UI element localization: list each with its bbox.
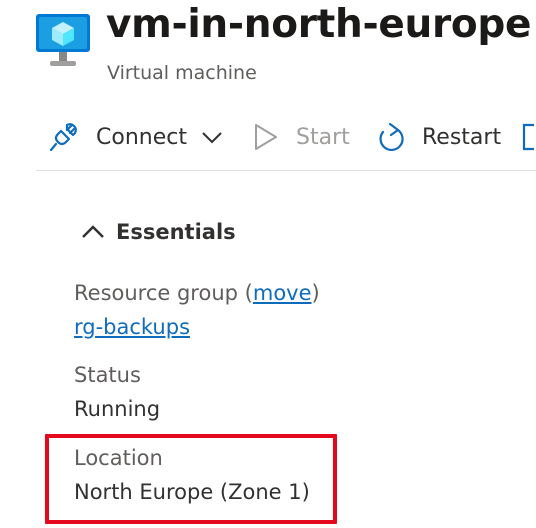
chevron-down-icon[interactable] — [199, 124, 225, 150]
paren-close: ) — [311, 281, 320, 305]
stop-button[interactable] — [522, 112, 536, 162]
stop-icon — [522, 123, 534, 151]
play-icon — [255, 124, 277, 150]
resource-group-label: Resource group (move) — [74, 281, 320, 305]
move-link[interactable]: move — [253, 281, 312, 305]
page-subtitle: Virtual machine — [107, 62, 257, 84]
resource-group-label-text: Resource group — [74, 281, 238, 305]
plug-icon — [49, 123, 77, 152]
essentials-toggle[interactable]: Essentials — [80, 220, 236, 244]
command-bar: Connect Start Restart — [0, 112, 536, 164]
vm-overview-page: vm-in-north-europe Virtual machine Conne… — [0, 0, 536, 528]
connect-label: Connect — [96, 124, 187, 150]
resource-group-link[interactable]: rg-backups — [74, 315, 190, 339]
toolbar-divider — [36, 170, 536, 171]
connect-button[interactable]: Connect — [48, 112, 225, 162]
chevron-up-icon — [82, 225, 104, 238]
restart-label: Restart — [422, 124, 502, 150]
start-button[interactable]: Start — [250, 112, 350, 162]
virtual-machine-icon — [36, 14, 90, 66]
status-label: Status — [74, 363, 141, 387]
essentials-label: Essentials — [116, 220, 236, 244]
page-title: vm-in-north-europe — [106, 2, 532, 47]
location-value: North Europe (Zone 1) — [74, 480, 310, 504]
location-label: Location — [74, 446, 163, 470]
restart-button[interactable]: Restart — [376, 112, 501, 162]
paren-open: ( — [237, 281, 253, 305]
restart-icon — [379, 122, 404, 152]
status-value: Running — [74, 397, 161, 421]
start-label: Start — [296, 124, 350, 150]
